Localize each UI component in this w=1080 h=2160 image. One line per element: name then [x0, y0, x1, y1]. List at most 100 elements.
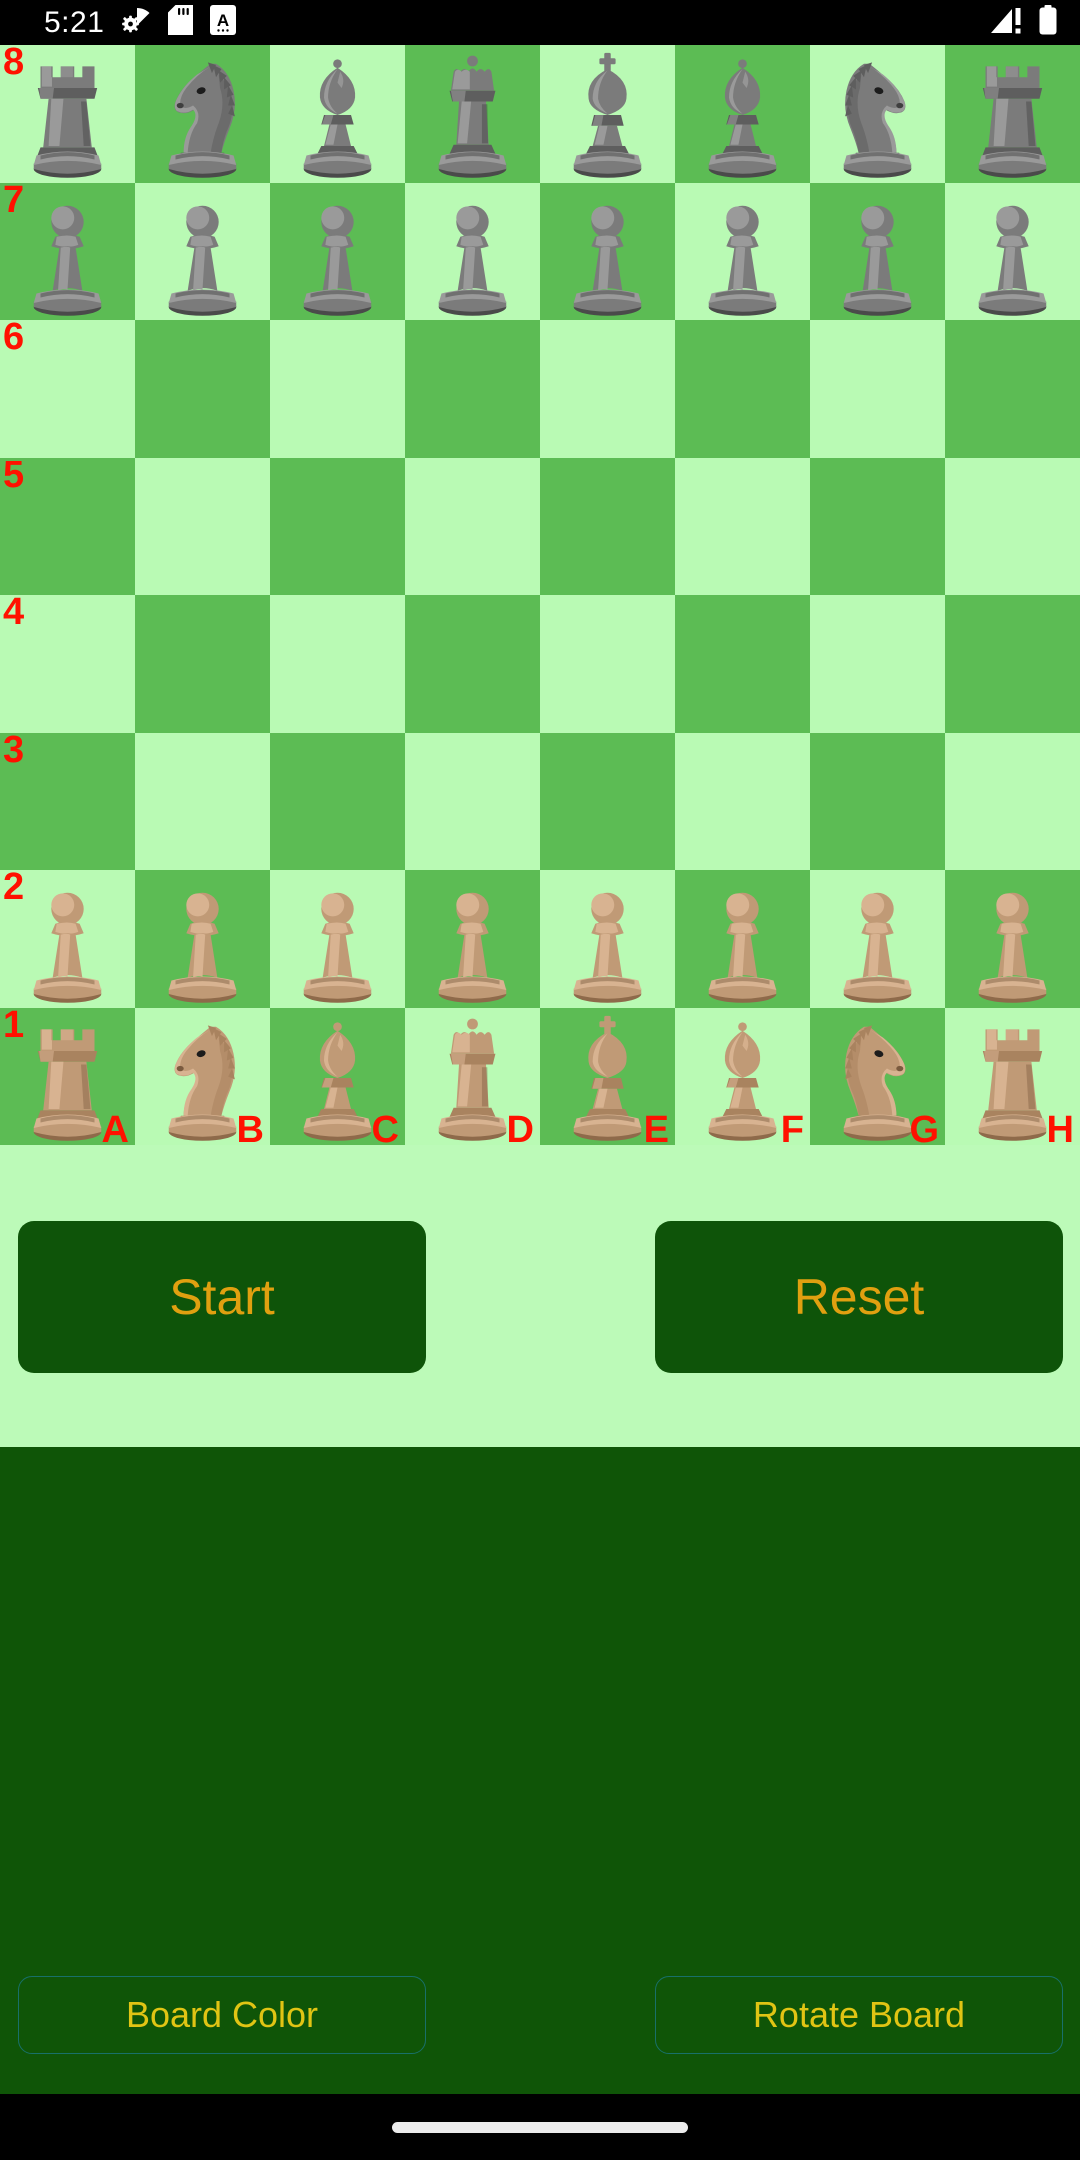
- board-square-b8[interactable]: [135, 45, 270, 183]
- rank-label-7: 7: [3, 182, 25, 221]
- board-square-d7[interactable]: [405, 182, 540, 321]
- chess-board[interactable]: 8 7 6 5 4 3 2 1 A B C D E F G H: [0, 45, 1080, 1145]
- board-square-g6[interactable]: [810, 320, 945, 458]
- board-square-d2[interactable]: [405, 870, 540, 1008]
- board-square-e5[interactable]: [540, 457, 675, 595]
- white-pawn-piece[interactable]: [540, 870, 675, 1008]
- black-king-piece[interactable]: [540, 45, 675, 183]
- board-square-h7[interactable]: [945, 182, 1080, 321]
- system-navigation-bar: [0, 2094, 1080, 2160]
- board-square-c8[interactable]: [270, 45, 405, 183]
- rank-label-1: 1: [3, 1007, 25, 1046]
- board-square-h8[interactable]: [945, 45, 1080, 183]
- board-square-e8[interactable]: [540, 45, 675, 183]
- black-pawn-piece[interactable]: [540, 183, 675, 321]
- board-square-e6[interactable]: [540, 320, 675, 458]
- board-square-c1[interactable]: C: [270, 1007, 405, 1145]
- black-pawn-piece[interactable]: [945, 183, 1080, 321]
- board-square-g5[interactable]: [810, 457, 945, 595]
- board-square-d3[interactable]: [405, 732, 540, 870]
- board-color-button-label: Board Color: [125, 1994, 319, 2035]
- board-square-f2[interactable]: [675, 870, 810, 1008]
- rotate-board-button-label: Rotate Board: [752, 1994, 966, 2035]
- rotate-board-button[interactable]: Rotate Board: [655, 1976, 1063, 2054]
- board-square-a5[interactable]: 5: [0, 457, 135, 595]
- board-square-b7[interactable]: [135, 182, 270, 321]
- white-pawn-piece[interactable]: [945, 870, 1080, 1008]
- board-square-c6[interactable]: [270, 320, 405, 458]
- board-square-a7[interactable]: 7: [0, 182, 135, 320]
- board-square-d6[interactable]: [405, 320, 540, 458]
- board-square-d5[interactable]: [405, 457, 540, 595]
- board-square-h5[interactable]: [945, 457, 1080, 595]
- board-square-f8[interactable]: [675, 45, 810, 183]
- board-square-f3[interactable]: [675, 732, 810, 870]
- board-square-f7[interactable]: [675, 182, 810, 321]
- black-bishop-piece[interactable]: [270, 45, 405, 183]
- board-square-a4[interactable]: 4: [0, 595, 135, 733]
- white-pawn-piece[interactable]: [270, 870, 405, 1008]
- board-square-a6[interactable]: 6: [0, 320, 135, 458]
- board-square-f6[interactable]: [675, 320, 810, 458]
- board-square-h2[interactable]: [945, 870, 1080, 1008]
- black-knight-piece[interactable]: [810, 45, 945, 183]
- black-bishop-piece[interactable]: [675, 45, 810, 183]
- black-pawn-piece[interactable]: [135, 183, 270, 321]
- sd-card-icon: [168, 5, 194, 40]
- board-square-c4[interactable]: [270, 595, 405, 733]
- board-square-e1[interactable]: E: [540, 1007, 675, 1145]
- board-square-h4[interactable]: [945, 595, 1080, 733]
- board-square-b4[interactable]: [135, 595, 270, 733]
- board-square-g4[interactable]: [810, 595, 945, 733]
- rank-label-4: 4: [3, 595, 25, 633]
- board-square-b2[interactable]: [135, 870, 270, 1008]
- board-square-g3[interactable]: [810, 732, 945, 870]
- board-square-c3[interactable]: [270, 732, 405, 870]
- board-square-f1[interactable]: F: [675, 1007, 810, 1145]
- black-pawn-piece[interactable]: [810, 183, 945, 321]
- board-square-b3[interactable]: [135, 732, 270, 870]
- board-square-g2[interactable]: [810, 870, 945, 1008]
- board-square-d1[interactable]: D: [405, 1007, 540, 1145]
- board-square-c5[interactable]: [270, 457, 405, 595]
- board-square-e2[interactable]: [540, 870, 675, 1008]
- board-square-f5[interactable]: [675, 457, 810, 595]
- board-square-g8[interactable]: [810, 45, 945, 183]
- letter-a-badge-icon: A: [210, 5, 237, 40]
- board-square-g7[interactable]: [810, 182, 945, 321]
- black-rook-piece[interactable]: [945, 45, 1080, 183]
- white-pawn-piece[interactable]: [810, 870, 945, 1008]
- white-pawn-piece[interactable]: [135, 870, 270, 1008]
- board-square-c7[interactable]: [270, 182, 405, 321]
- board-square-a3[interactable]: 3: [0, 732, 135, 870]
- board-square-d4[interactable]: [405, 595, 540, 733]
- board-square-b5[interactable]: [135, 457, 270, 595]
- black-pawn-piece[interactable]: [405, 183, 540, 321]
- board-square-a8[interactable]: 8: [0, 45, 135, 183]
- board-square-e3[interactable]: [540, 732, 675, 870]
- board-square-d8[interactable]: [405, 45, 540, 183]
- board-square-h3[interactable]: [945, 732, 1080, 870]
- white-pawn-piece[interactable]: [405, 870, 540, 1008]
- white-pawn-piece[interactable]: [675, 870, 810, 1008]
- rank-label-6: 6: [3, 320, 25, 358]
- board-square-f4[interactable]: [675, 595, 810, 733]
- board-square-h1[interactable]: H: [945, 1007, 1080, 1145]
- board-square-b6[interactable]: [135, 320, 270, 458]
- black-pawn-piece[interactable]: [675, 183, 810, 321]
- board-square-g1[interactable]: G: [810, 1007, 945, 1145]
- gesture-home-pill[interactable]: [392, 2122, 688, 2133]
- board-square-h6[interactable]: [945, 320, 1080, 458]
- reset-button[interactable]: Reset: [655, 1221, 1063, 1373]
- black-knight-piece[interactable]: [135, 45, 270, 183]
- board-square-e4[interactable]: [540, 595, 675, 733]
- board-square-e7[interactable]: [540, 182, 675, 321]
- black-queen-piece[interactable]: [405, 45, 540, 183]
- board-square-a1[interactable]: 1A: [0, 1007, 135, 1145]
- black-pawn-piece[interactable]: [270, 183, 405, 321]
- board-square-a2[interactable]: 2: [0, 870, 135, 1008]
- board-color-button[interactable]: Board Color: [18, 1976, 426, 2054]
- board-square-b1[interactable]: B: [135, 1007, 270, 1145]
- start-button[interactable]: Start: [18, 1221, 426, 1373]
- board-square-c2[interactable]: [270, 870, 405, 1008]
